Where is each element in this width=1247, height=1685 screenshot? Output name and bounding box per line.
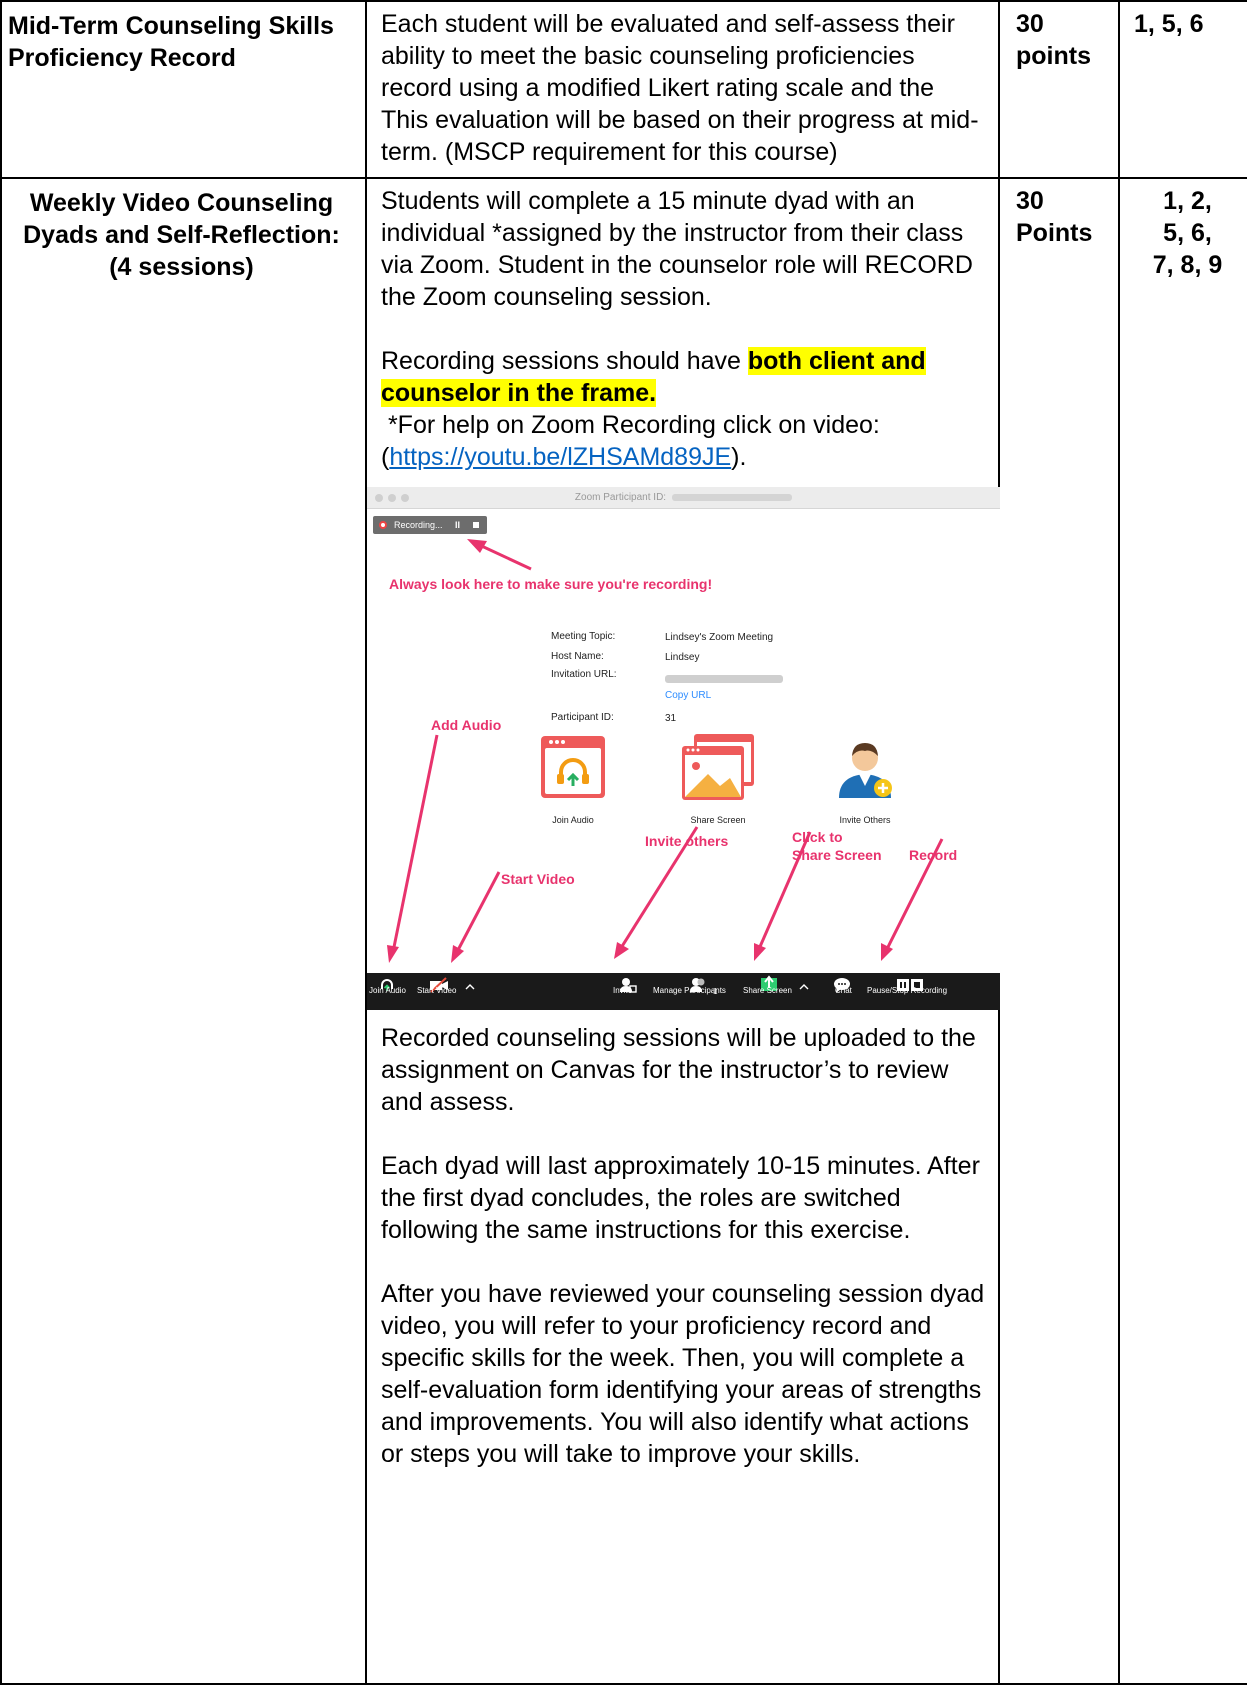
table-row: Weekly Video Counseling Dyads and Self-R… — [0, 177, 1247, 1685]
host-name-value: Lindsey — [665, 652, 700, 663]
share-options-button[interactable] — [797, 973, 811, 1010]
chat-button[interactable]: Chat — [829, 973, 855, 1010]
assignment-objectives: 1, 5, 6 — [1118, 0, 1247, 179]
annotation-click-to: Click to — [792, 829, 843, 845]
objectives-line: 1, 2, — [1163, 187, 1212, 215]
assignment-points: 30 Points — [998, 177, 1120, 1685]
points-value: 30 — [1016, 187, 1044, 215]
join-audio-label: Join Audio — [552, 815, 594, 825]
annotation-recording: Always look here to make sure you're rec… — [389, 576, 713, 592]
title-line: Dyads and Self-Reflection: — [23, 221, 340, 249]
description-paragraph: After you have reviewed your counseling … — [381, 1280, 985, 1468]
arrowhead-icon — [387, 945, 399, 963]
join-audio-tile[interactable] — [539, 734, 607, 802]
participant-id-label: Participant ID: — [551, 712, 614, 723]
zoom-toolbar: Join Audio Start Video Invite 1 Manage P… — [367, 973, 1000, 1010]
blurred-invitation-url — [665, 675, 783, 683]
invite-person-icon — [839, 743, 892, 798]
toolbar-label: Invite — [613, 986, 633, 995]
start-video-button[interactable]: Start Video — [417, 973, 461, 1010]
assignment-description: Each student will be evaluated and self-… — [365, 0, 1000, 179]
assignment-title: Mid-Term Counseling Skills Proficiency R… — [0, 0, 367, 179]
share-screen-tile[interactable] — [680, 734, 756, 802]
arrowhead-icon — [467, 539, 487, 553]
syllabus-table: Mid-Term Counseling Skills Proficiency R… — [0, 0, 1247, 1685]
help-link-line: (https://youtu.be/lZHSAMd89JE). — [381, 441, 986, 473]
assignment-title: Weekly Video Counseling Dyads and Self-R… — [0, 177, 367, 1685]
description-paragraph: Each dyad will last approximately 10-15 … — [381, 1152, 980, 1244]
arrow-line — [455, 871, 501, 953]
invitation-url-label: Invitation URL: — [551, 669, 617, 680]
chevron-up-icon — [465, 984, 475, 990]
annotation-record: Record — [909, 847, 958, 863]
toolbar-label: Chat — [835, 986, 852, 995]
toolbar-label: Start Video — [417, 986, 457, 995]
arrow-line — [391, 734, 439, 953]
assignment-objectives: 1, 2, 5, 6, 7, 8, 9 — [1118, 177, 1247, 1685]
table-row: Mid-Term Counseling Skills Proficiency R… — [0, 0, 1247, 179]
requirement-text: Recording sessions should have — [381, 347, 748, 375]
title-line: (4 sessions) — [109, 253, 254, 281]
invite-others-label: Invite Others — [839, 815, 891, 825]
meeting-topic-label: Meeting Topic: — [551, 631, 616, 642]
join-audio-button[interactable]: Join Audio — [369, 973, 409, 1010]
invite-others-tile[interactable] — [831, 734, 899, 802]
chevron-up-icon — [799, 984, 809, 990]
points-unit: Points — [1016, 219, 1093, 247]
copy-url-link[interactable]: Copy URL — [665, 690, 711, 702]
share-screen-button[interactable]: Share Screen — [743, 973, 795, 1010]
share-screen-icon — [682, 734, 754, 800]
description-paragraph: Recorded counseling sessions will be upl… — [381, 1024, 976, 1116]
headphones-icon — [541, 736, 605, 798]
toolbar-label: Pause/Stop Recording — [867, 986, 948, 995]
objectives-line: 7, 8, 9 — [1152, 251, 1223, 279]
youtube-help-link[interactable]: https://youtu.be/lZHSAMd89JE — [389, 443, 731, 471]
assignment-description: Students will complete a 15 minute dyad … — [365, 177, 1000, 1685]
annotation-start-video: Start Video — [501, 871, 575, 887]
arrowhead-icon — [754, 943, 766, 961]
meeting-topic-value: Lindsey's Zoom Meeting — [665, 632, 774, 643]
participant-id-value: 31 — [665, 713, 677, 724]
annotation-invite-others: Invite others — [645, 833, 729, 849]
toolbar-label: Join Audio — [369, 986, 406, 995]
toolbar-label: Manage Participants — [653, 986, 726, 995]
help-note: *For help on Zoom Recording click on vid… — [381, 411, 880, 439]
title-line: Weekly Video Counseling — [29, 189, 334, 217]
annotation-add-audio: Add Audio — [431, 717, 502, 733]
video-options-button[interactable] — [463, 973, 477, 1010]
toolbar-label: Share Screen — [743, 986, 792, 995]
description-paragraph: Students will complete a 15 minute dyad … — [381, 187, 973, 311]
pause-stop-recording-button[interactable]: Pause/Stop Recording — [867, 973, 953, 1010]
host-name-label: Host Name: — [551, 651, 604, 662]
paren-close: ). — [731, 443, 747, 471]
share-screen-label: Share Screen — [690, 815, 746, 825]
zoom-recording-screenshot: Zoom Participant ID: Recording... II Alw… — [367, 487, 1000, 1010]
objectives-line: 5, 6, — [1163, 219, 1212, 247]
recording-requirement: Recording sessions should have both clie… — [381, 345, 986, 409]
manage-participants-button[interactable]: 1 Manage Participants — [653, 973, 741, 1010]
invite-button[interactable]: Invite — [613, 973, 643, 1010]
annotation-share-screen: Share Screen — [792, 847, 882, 863]
arrowhead-icon — [451, 945, 464, 963]
assignment-points: 30 points — [998, 0, 1120, 179]
